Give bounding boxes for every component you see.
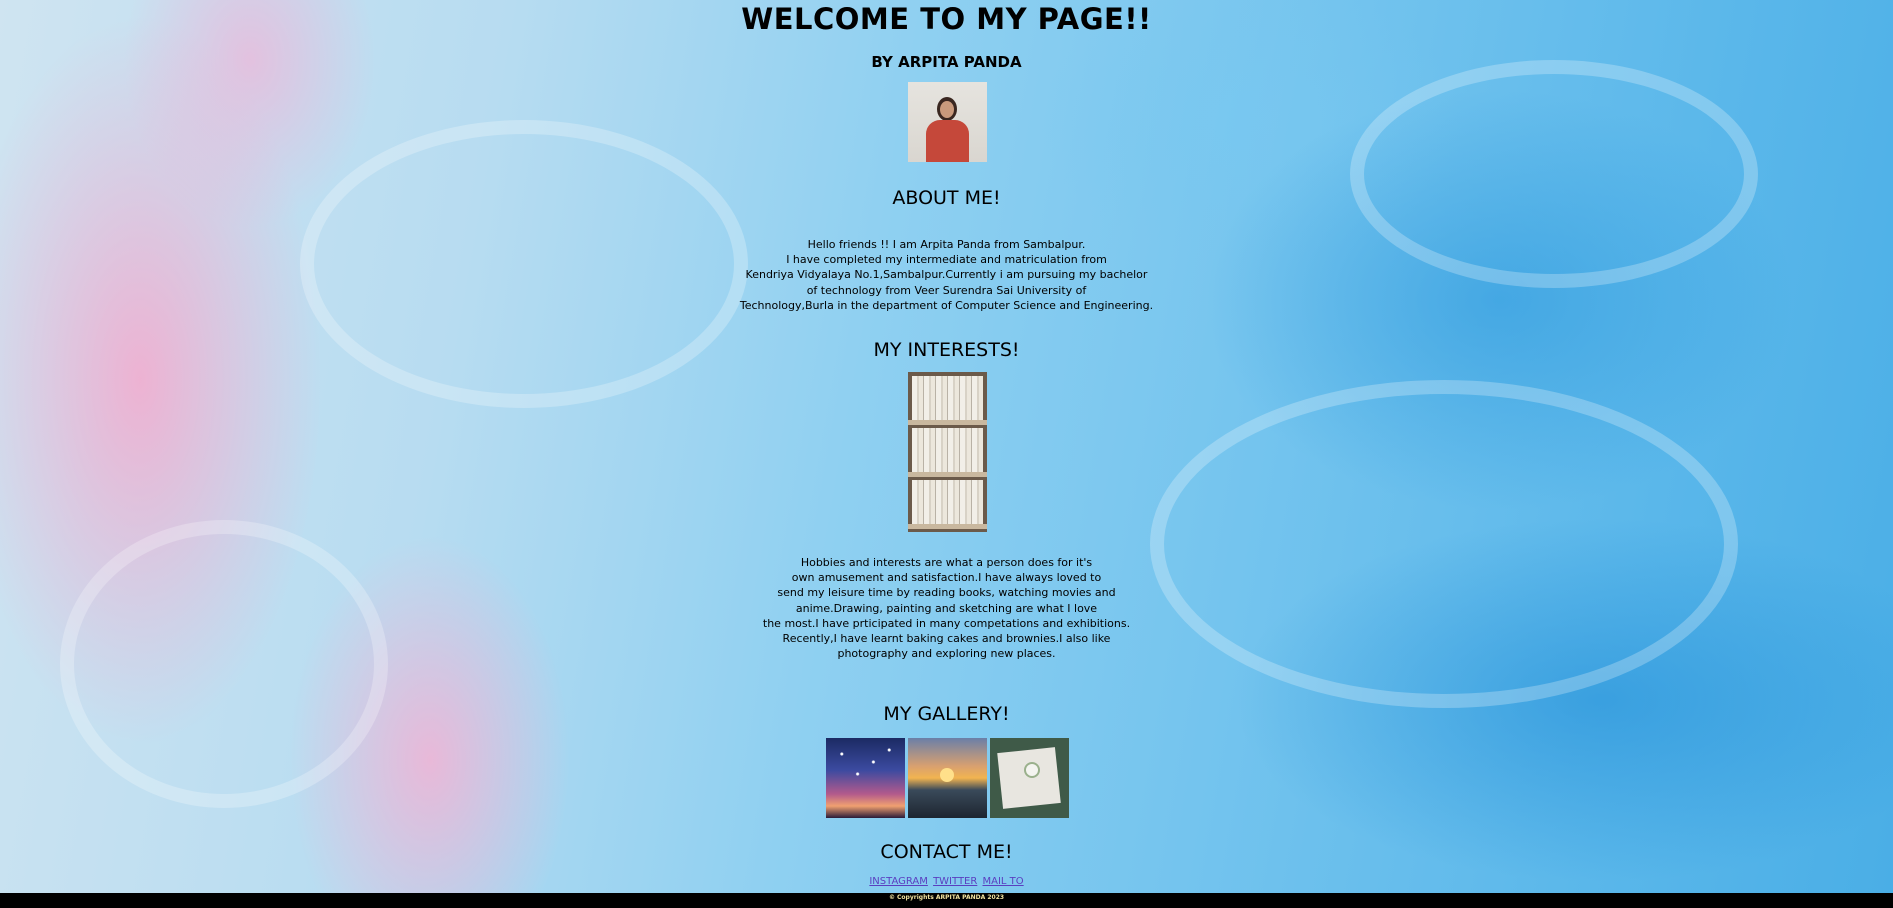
interests-line: send my leisure time by reading books, w…: [777, 586, 1116, 600]
about-line: Hello friends !! I am Arpita Panda from …: [807, 238, 1086, 251]
bookshelf-photo: [908, 372, 987, 532]
interests-line: Recently,I have learnt baking cakes and …: [782, 632, 1111, 646]
about-line: Kendriya Vidyalaya No.1,Sambalpur.Curren…: [745, 268, 1148, 282]
interests-heading: MY INTERESTS!: [873, 339, 1020, 361]
contact-heading: CONTACT ME!: [880, 841, 1013, 863]
interests-line: the most.I have prticipated in many comp…: [762, 616, 1131, 630]
interests-line: photography and exploring new places.: [837, 647, 1056, 661]
page-title: WELCOME TO MY PAGE!!: [741, 2, 1152, 36]
mail-to-link[interactable]: MAIL TO: [983, 876, 1024, 887]
interests-line: Hobbies and interests are what a person …: [800, 556, 1093, 569]
twitter-link[interactable]: TWITTER: [933, 876, 977, 887]
about-paragraph: Hello friends !! I am Arpita Panda from …: [0, 237, 1893, 313]
gallery-image-sunset: [908, 738, 987, 818]
about-line: I have completed my intermediate and mat…: [786, 253, 1107, 267]
footer-bar: © Copyrights ARPITA PANDA 2023: [0, 893, 1893, 908]
gallery-heading: MY GALLERY!: [883, 703, 1010, 725]
about-line: of technology from Veer Surendra Sai Uni…: [806, 283, 1087, 297]
about-heading: ABOUT ME!: [892, 187, 1001, 209]
gallery-image-night-sky: [826, 738, 905, 818]
interests-line: own amusement and satisfaction.I have al…: [791, 571, 1102, 585]
interests-line: anime.Drawing, painting and sketching ar…: [795, 601, 1098, 615]
footer-copyright: © Copyrights ARPITA PANDA 2023: [888, 894, 1005, 901]
gallery-image-book-flower: [990, 738, 1069, 818]
interests-paragraph: Hobbies and interests are what a person …: [0, 555, 1893, 661]
about-line: Technology,Burla in the department of Co…: [739, 298, 1154, 312]
author-byline: BY ARPITA PANDA: [871, 53, 1022, 71]
profile-photo: [908, 82, 987, 162]
contact-links: INSTAGRAM TWITTER MAIL TO: [0, 876, 1893, 887]
instagram-link[interactable]: INSTAGRAM: [869, 876, 928, 887]
